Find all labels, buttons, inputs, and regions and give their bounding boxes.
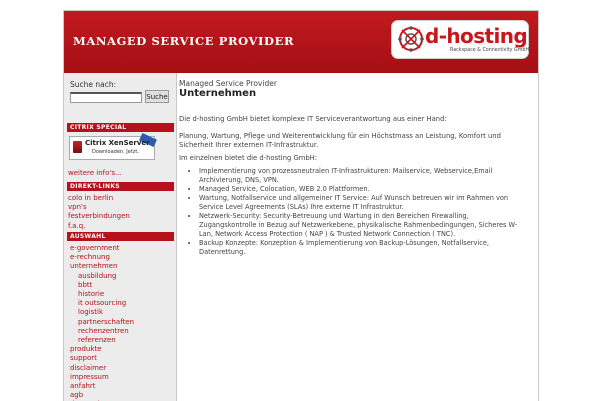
auswahl-nav-item[interactable]: e-government <box>70 244 120 252</box>
auswahl-nav-item[interactable]: historie <box>78 290 104 298</box>
auswahl-nav-item[interactable]: support <box>70 354 97 362</box>
auswahl-nav-item[interactable]: bbtt <box>78 281 92 289</box>
auswahl-nav-item[interactable]: e-rechnung <box>70 253 110 261</box>
citrix-xenserver-banner[interactable]: Citrix XenServer Downloaden. Jetzt. <box>69 132 157 160</box>
logo-brand-text: d-hosting <box>425 24 528 48</box>
page-container: MANAGED SERVICE PROVIDER d-hosting Racks… <box>63 10 539 401</box>
citrix-box-icon <box>73 141 82 153</box>
feature-list-item: Wartung, Notfallservice und allgemeiner … <box>199 194 519 211</box>
citrix-more-link[interactable]: weitere info's... <box>68 169 122 177</box>
services-paragraph: Planung, Wartung, Pflege und Weiterentwi… <box>179 132 501 149</box>
auswahl-nav-item[interactable]: anfahrt <box>70 382 96 390</box>
sidebar: Suche nach: Suche CITRIX SPECIAL Citrix … <box>64 73 177 401</box>
auswahl-nav-item[interactable]: ausbildung <box>78 272 116 280</box>
direkt-link-item[interactable]: f.a.q. <box>68 222 85 230</box>
search-label: Suche nach: <box>70 80 117 89</box>
citrix-special-heading: CITRIX SPECIAL <box>67 123 174 132</box>
direkt-link-item[interactable]: vpn's <box>68 203 87 211</box>
d-hosting-logo[interactable]: d-hosting Rackspace & Connectivity GmbH <box>391 20 529 59</box>
feature-list-item: Managed Service, Colocation, WEB 2.0 Pla… <box>199 185 519 194</box>
auswahl-nav-item[interactable]: partnerschaften <box>78 318 134 326</box>
network-globe-icon <box>398 26 424 52</box>
direkt-links-heading: DIREKT-LINKS <box>67 182 174 191</box>
offer-intro: Im einzelnen bietet die d-hosting GmbH: <box>179 154 318 162</box>
search-input[interactable] <box>70 92 142 103</box>
auswahl-nav-item[interactable]: unternehmen <box>70 262 117 270</box>
banner-subtitle: Downloaden. Jetzt. <box>92 149 139 155</box>
feature-list-item: Netzwerk-Security: Security-Betreuung un… <box>199 212 519 238</box>
auswahl-heading: AUSWAHL <box>67 232 174 241</box>
banner-title: Citrix XenServer <box>85 139 150 147</box>
site-title: MANAGED SERVICE PROVIDER <box>73 34 295 48</box>
auswahl-nav-item[interactable]: produkte <box>70 345 101 353</box>
auswahl-nav-item[interactable]: disclaimer <box>70 364 106 372</box>
breadcrumb: Managed Service Provider <box>179 79 277 88</box>
auswahl-nav-item[interactable]: logistik <box>78 308 103 316</box>
feature-list-item: Backup Konzepte: Konzeption & Implementi… <box>199 239 519 256</box>
auswahl-nav-item[interactable]: referenzen <box>78 336 116 344</box>
direkt-link-item[interactable]: colo in berlin <box>68 194 113 202</box>
logo-tagline: Rackspace & Connectivity GmbH <box>450 48 530 53</box>
auswahl-nav-item[interactable]: agb <box>70 391 83 399</box>
page-title: Unternehmen <box>179 88 257 99</box>
auswahl-nav-item[interactable]: rechenzentren <box>78 327 129 335</box>
auswahl-nav-item[interactable]: impressum <box>70 373 109 381</box>
site-header: MANAGED SERVICE PROVIDER d-hosting Racks… <box>64 11 538 73</box>
search-button[interactable]: Suche <box>145 90 169 103</box>
feature-list: Implementierung von prozessneutralen IT-… <box>179 167 519 257</box>
feature-list-item: Implementierung von prozessneutralen IT-… <box>199 167 519 184</box>
intro-text: Die d-hosting GmbH bietet komplexe IT Se… <box>179 115 447 123</box>
auswahl-nav-item[interactable]: it outsourcing <box>78 299 126 307</box>
direkt-link-item[interactable]: festverbindungen <box>68 212 130 220</box>
